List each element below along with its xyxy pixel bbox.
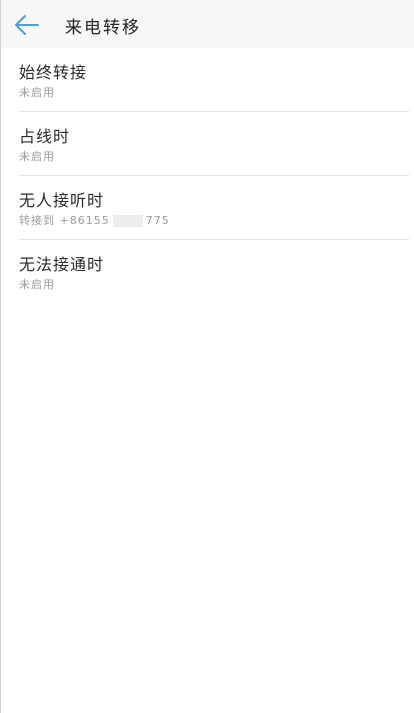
list-item-title: 始终转接 <box>19 63 88 82</box>
list-item-status: 未启用 <box>19 86 55 99</box>
list-item-when-busy[interactable]: 占线时 未启用 <box>1 112 414 176</box>
list-item-always-forward[interactable]: 始终转接 未启用 <box>1 48 414 112</box>
list-item-status: 未启用 <box>19 150 55 163</box>
list-item-status: 转接到 +86155 775 <box>19 212 170 228</box>
call-forwarding-screen: 来电转移 始终转接 未启用 占线时 未启用 无人接听时 转接到 +86155 77… <box>0 0 414 713</box>
forward-number-prefix: 转接到 +86155 <box>19 214 110 227</box>
app-bar: 来电转移 <box>1 0 414 48</box>
back-button[interactable] <box>11 11 41 39</box>
list-item-when-unanswered[interactable]: 无人接听时 转接到 +86155 775 <box>1 176 414 240</box>
arrow-left-icon <box>15 15 39 35</box>
redacted-digits <box>112 215 143 227</box>
list-item-status: 未启用 <box>19 278 55 291</box>
list-item-title: 无法接通时 <box>19 255 105 274</box>
list-item-title: 占线时 <box>19 127 71 146</box>
forwarding-options-list: 始终转接 未启用 占线时 未启用 无人接听时 转接到 +86155 775 无法接… <box>1 48 414 304</box>
list-item-when-unreachable[interactable]: 无法接通时 未启用 <box>1 240 414 304</box>
forward-number-suffix: 775 <box>145 214 170 227</box>
list-item-title: 无人接听时 <box>19 191 105 210</box>
page-title: 来电转移 <box>65 18 141 38</box>
